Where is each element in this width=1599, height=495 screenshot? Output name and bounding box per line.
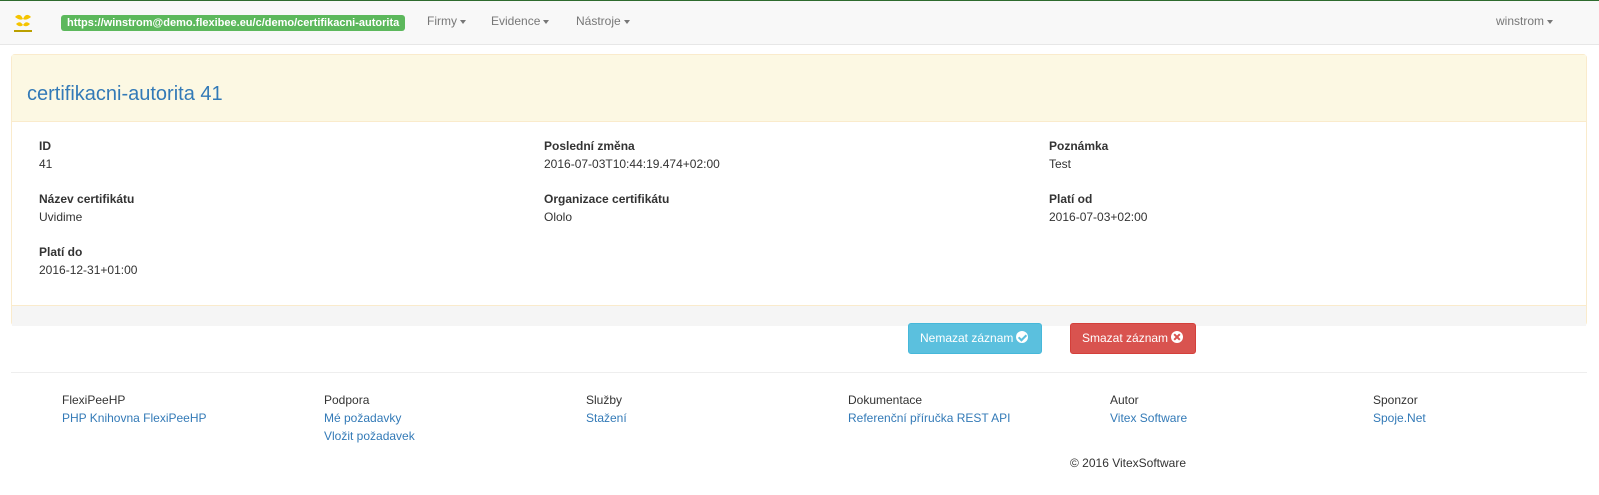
footer-heading-autor: Autor	[1110, 393, 1139, 407]
flexipeehp-logo-icon[interactable]	[12, 13, 34, 35]
caret-down-icon	[623, 19, 630, 24]
record-panel: certifikacni-autorita 41 ID 41 Poslední …	[11, 54, 1587, 326]
menu-nastroje-label: Nástroje	[576, 14, 621, 28]
menu-evidence-label: Evidence	[491, 14, 541, 28]
keep-record-button[interactable]: Nemazat záznam	[908, 323, 1042, 354]
top-navbar: https://winstrom@demo.flexibee.eu/c/demo…	[0, 0, 1599, 45]
footer-link-download[interactable]: Stažení	[586, 411, 627, 425]
user-menu-label: winstrom	[1496, 14, 1545, 28]
field-value-cert-org: Ololo	[544, 210, 573, 224]
delete-record-label: Smazat záznam	[1082, 331, 1169, 345]
footer-link-my-requests[interactable]: Mé požadavky	[324, 411, 401, 425]
field-value-valid-to: 2016-12-31+01:00	[39, 263, 138, 277]
field-label-id: ID	[39, 139, 51, 153]
panel-footer	[12, 305, 1586, 326]
footer-link-php-library[interactable]: PHP Knihovna FlexiPeeHP	[62, 411, 207, 425]
field-value-valid-from: 2016-07-03+02:00	[1049, 210, 1148, 224]
keep-record-label: Nemazat záznam	[920, 331, 1014, 345]
field-value-id: 41	[39, 157, 53, 171]
field-label-valid-to: Platí do	[39, 245, 83, 259]
field-label-note: Poznámka	[1049, 139, 1109, 153]
copyright: © 2016 VitexSoftware	[1070, 456, 1187, 470]
delete-record-button[interactable]: Smazat záznam	[1070, 323, 1196, 354]
footer-heading-sponzor: Sponzor	[1373, 393, 1418, 407]
panel-heading: certifikacni-autorita 41	[12, 55, 1586, 122]
footer-heading-sluzby: Služby	[586, 393, 623, 407]
footer-link-spoje-net[interactable]: Spoje.Net	[1373, 411, 1426, 425]
field-label-valid-from: Platí od	[1049, 192, 1093, 206]
caret-down-icon	[460, 19, 466, 24]
menu-evidence[interactable]: Evidence	[491, 1, 550, 45]
menu-firmy[interactable]: Firmy	[427, 1, 466, 45]
times-circle-icon	[1171, 331, 1184, 343]
user-menu[interactable]: winstrom	[1496, 1, 1554, 45]
check-circle-icon	[1016, 331, 1029, 343]
footer-heading-podpora: Podpora	[324, 393, 370, 407]
field-label-cert-name: Název certifikátu	[39, 192, 135, 206]
field-label-cert-org: Organizace certifikátu	[544, 192, 670, 206]
caret-down-icon	[1547, 19, 1554, 24]
field-value-cert-name: Uvidime	[39, 210, 83, 224]
field-value-note: Test	[1049, 157, 1072, 171]
record-title: certifikacni-autorita 41	[27, 83, 223, 105]
menu-firmy-label: Firmy	[427, 14, 457, 28]
footer-link-new-request[interactable]: Vložit požadavek	[324, 429, 415, 443]
field-value-last-change: 2016-07-03T10:44:19.474+02:00	[544, 157, 720, 171]
footer-heading-dokumentace: Dokumentace	[848, 393, 923, 407]
menu-nastroje[interactable]: Nástroje	[576, 1, 630, 45]
field-label-last-change: Poslední změna	[544, 139, 635, 153]
url-badge[interactable]: https://winstrom@demo.flexibee.eu/c/demo…	[61, 15, 406, 31]
footer-link-rest-api-reference[interactable]: Referenční příručka REST API	[848, 411, 1011, 425]
caret-down-icon	[543, 19, 550, 24]
footer-link-vitex-software[interactable]: Vitex Software	[1110, 411, 1187, 425]
footer-heading-flexipeehp: FlexiPeeHP	[62, 393, 126, 407]
footer-divider	[11, 372, 1587, 373]
